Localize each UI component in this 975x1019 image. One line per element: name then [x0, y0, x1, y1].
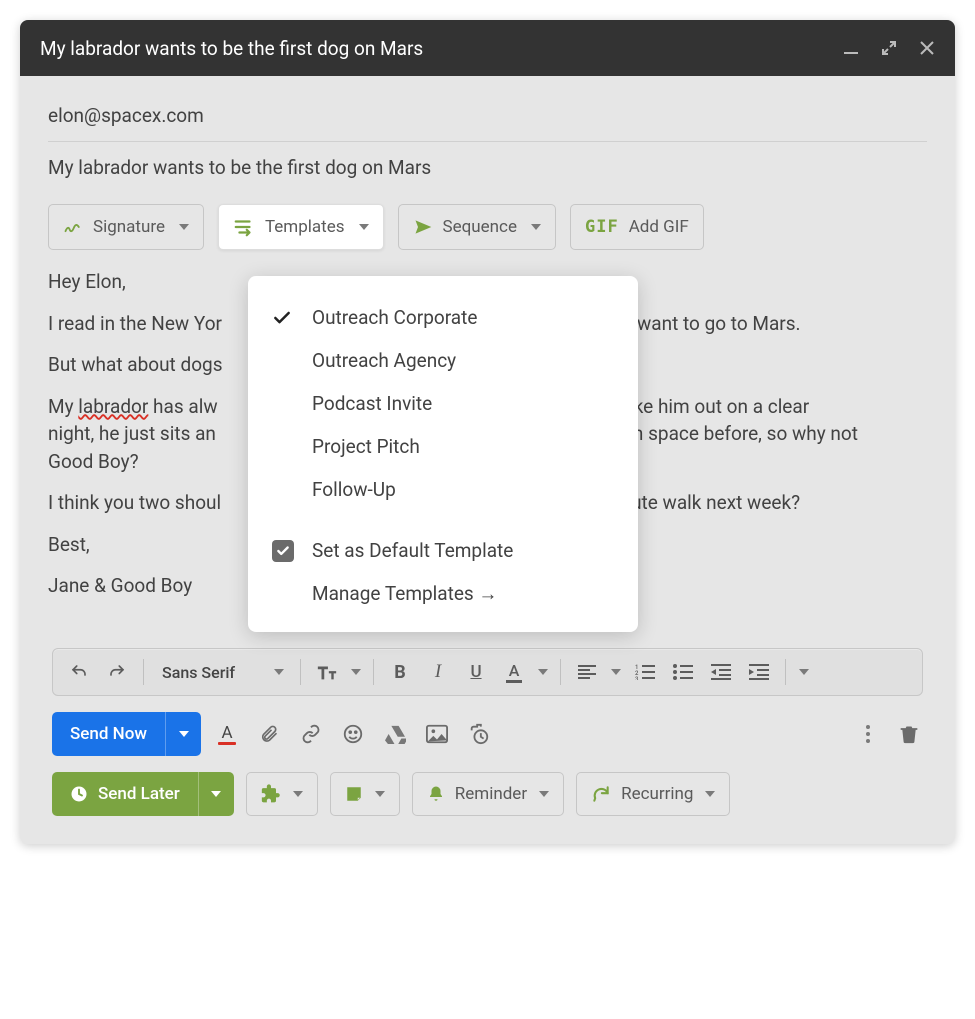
- outdent-button[interactable]: [703, 654, 739, 690]
- puzzle-icon: [261, 784, 281, 804]
- more-options-icon[interactable]: [865, 724, 885, 744]
- titlebar-controls: [843, 40, 935, 56]
- templates-icon: [233, 217, 255, 237]
- set-default-template[interactable]: Set as Default Template: [248, 529, 638, 572]
- svg-text:3: 3: [635, 676, 639, 680]
- indent-button[interactable]: [741, 654, 777, 690]
- emoji-icon[interactable]: [341, 722, 365, 746]
- template-option-label: Follow-Up: [312, 478, 396, 501]
- link-icon[interactable]: [299, 722, 323, 746]
- signature-icon: [63, 217, 83, 237]
- manage-templates-label: Manage Templates →: [312, 582, 497, 606]
- titlebar: My labrador wants to be the first dog on…: [20, 20, 955, 76]
- chevron-down-icon: [293, 791, 303, 797]
- checkbox-checked-icon: [272, 540, 294, 562]
- close-icon[interactable]: [919, 40, 935, 56]
- align-caret[interactable]: [607, 654, 625, 690]
- check-icon: [272, 308, 312, 328]
- minimize-icon[interactable]: [843, 40, 859, 56]
- set-default-label: Set as Default Template: [312, 539, 513, 562]
- compose-window: My labrador wants to be the first dog on…: [20, 20, 955, 844]
- font-family-select[interactable]: Sans Serif: [152, 654, 292, 690]
- text-color-button[interactable]: A: [496, 654, 532, 690]
- add-gif-label: Add GIF: [629, 217, 689, 237]
- window-title: My labrador wants to be the first dog on…: [40, 37, 831, 60]
- delete-icon[interactable]: [899, 723, 923, 745]
- chevron-down-icon: [531, 224, 541, 230]
- send-now-button[interactable]: Send Now: [52, 712, 201, 756]
- recurring-icon: [591, 784, 611, 804]
- chevron-down-icon: [705, 791, 715, 797]
- clock-icon: [70, 785, 88, 803]
- extension-button[interactable]: [246, 772, 318, 816]
- add-gif-button[interactable]: GIF Add GIF: [570, 204, 704, 250]
- chevron-down-icon: [179, 224, 189, 230]
- send-now-dropdown[interactable]: [165, 712, 201, 756]
- sequence-icon: [413, 217, 433, 237]
- template-option-outreach-agency[interactable]: Outreach Agency: [248, 339, 638, 382]
- recurring-button[interactable]: Recurring: [576, 772, 730, 816]
- text-color-action[interactable]: A: [215, 722, 239, 746]
- more-formatting-caret[interactable]: [794, 654, 814, 690]
- signature-button[interactable]: Signature: [48, 204, 204, 250]
- template-option-follow-up[interactable]: Follow-Up: [248, 468, 638, 511]
- send-later-button[interactable]: Send Later: [52, 772, 234, 816]
- template-option-project-pitch[interactable]: Project Pitch: [248, 425, 638, 468]
- template-option-podcast-invite[interactable]: Podcast Invite: [248, 382, 638, 425]
- drive-icon[interactable]: [383, 722, 407, 746]
- underline-button[interactable]: U: [458, 654, 494, 690]
- expand-icon[interactable]: [881, 40, 897, 56]
- reminder-label: Reminder: [455, 784, 527, 804]
- undo-button[interactable]: [61, 654, 97, 690]
- gif-icon: GIF: [585, 217, 619, 237]
- templates-dropdown: Outreach Corporate Outreach Agency Podca…: [248, 276, 638, 632]
- send-later-dropdown[interactable]: [198, 772, 234, 816]
- compose-action-icons: A: [215, 722, 491, 746]
- template-option-label: Podcast Invite: [312, 392, 432, 415]
- bullet-list-button[interactable]: [665, 654, 701, 690]
- scheduled-icon[interactable]: [467, 722, 491, 746]
- text-color-caret[interactable]: [534, 654, 552, 690]
- bottom-row: Send Later Reminder: [48, 768, 927, 834]
- recurring-label: Recurring: [621, 784, 693, 804]
- send-now-label: Send Now: [70, 724, 147, 744]
- template-option-label: Outreach Corporate: [312, 306, 477, 329]
- template-option-label: Outreach Agency: [312, 349, 456, 372]
- numbered-list-button[interactable]: 123: [627, 654, 663, 690]
- note-icon: [345, 785, 363, 803]
- redo-button[interactable]: [99, 654, 135, 690]
- chevron-down-icon: [539, 791, 549, 797]
- notes-button[interactable]: [330, 772, 400, 816]
- chevron-down-icon: [359, 224, 369, 230]
- formatting-toolbar: Sans Serif B I U A 123: [52, 648, 923, 696]
- template-option-outreach-corporate[interactable]: Outreach Corporate: [248, 296, 638, 339]
- attach-icon[interactable]: [257, 722, 281, 746]
- italic-button[interactable]: I: [420, 654, 456, 690]
- templates-button[interactable]: Templates: [218, 204, 384, 250]
- templates-label: Templates: [265, 217, 345, 237]
- chevron-down-icon: [274, 669, 284, 675]
- image-icon[interactable]: [425, 722, 449, 746]
- align-button[interactable]: [569, 654, 605, 690]
- to-field[interactable]: elon@spacex.com: [48, 94, 927, 142]
- font-size-caret[interactable]: [347, 654, 365, 690]
- tool-button-row: Signature Templates Sequence GIF Add GIF: [48, 204, 927, 250]
- bold-button[interactable]: B: [382, 654, 418, 690]
- manage-templates[interactable]: Manage Templates →: [248, 572, 638, 616]
- template-option-label: Project Pitch: [312, 435, 420, 458]
- reminder-button[interactable]: Reminder: [412, 772, 564, 816]
- send-later-label: Send Later: [98, 784, 180, 804]
- sequence-button[interactable]: Sequence: [398, 204, 556, 250]
- chevron-down-icon: [375, 791, 385, 797]
- misspelled-word: labrador: [78, 395, 148, 418]
- sequence-label: Sequence: [443, 217, 517, 237]
- action-row: Send Now A: [48, 696, 927, 768]
- font-size-button[interactable]: [309, 654, 345, 690]
- subject-field[interactable]: My labrador wants to be the first dog on…: [48, 142, 927, 198]
- font-family-label: Sans Serif: [162, 663, 235, 682]
- signature-label: Signature: [93, 217, 165, 237]
- bell-icon: [427, 784, 445, 804]
